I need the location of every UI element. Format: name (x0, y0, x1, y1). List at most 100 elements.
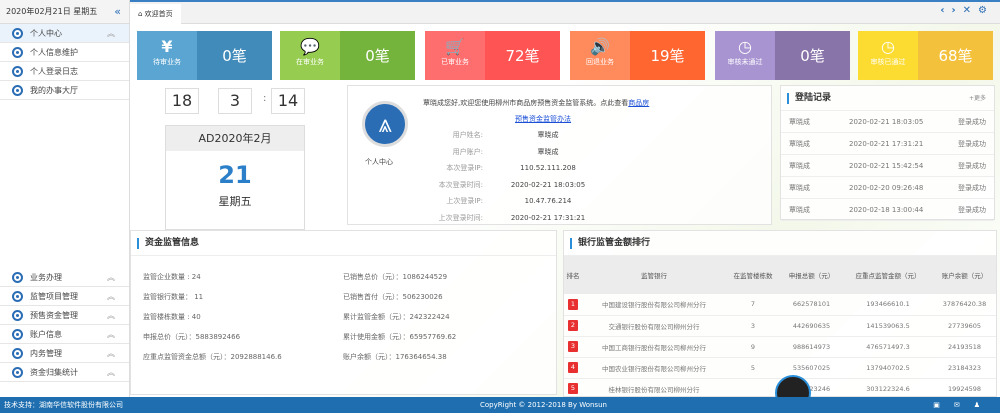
chevron-up-icon[interactable]: ︽ (107, 344, 115, 363)
regulation-link[interactable]: 商品房 (628, 99, 649, 107)
table-cell: 中国工商银行股份有限公司柳州分行 (582, 336, 726, 358)
chevron-up-icon[interactable]: ︽ (107, 268, 115, 287)
tab-controls[interactable]: ‹›✕⚙ (940, 5, 994, 16)
sidebar-item-label: 个人中心 (30, 29, 62, 38)
record-cell: 登录成功 (958, 162, 986, 170)
mail-icon[interactable]: ✉ (954, 401, 974, 409)
user-icon[interactable]: ♟ (974, 401, 994, 409)
card-value: 68笔 (918, 31, 993, 80)
tab-home[interactable]: ⌂ 欢迎首页 (130, 4, 181, 24)
cell-text: 7 (750, 300, 756, 309)
calendar-day: 21 (218, 161, 252, 189)
sidebar-item[interactable]: 个人登录日志 (0, 62, 129, 81)
stat-card[interactable]: ¥ 待审业务 0笔 (137, 31, 272, 80)
profile-field: 本次登录IP: 110.52.111.208 (408, 163, 708, 173)
sidebar-item-label: 预售资金管理 (30, 311, 78, 320)
sidebar-item[interactable]: 预售资金管理 ︽ (0, 306, 129, 325)
card-label: 回退业务 (586, 58, 614, 66)
table-row: 4 中国农业银行股份有限公司柳州分行 5 535607025 137940702.5 23… (564, 357, 996, 379)
sidebar-item[interactable]: 个人信息维护 (0, 43, 129, 62)
cell-text: 988614973 (792, 342, 831, 351)
card-left: ¥ 待审业务 (137, 31, 197, 80)
table-cell: 988614973 (780, 336, 843, 358)
more-link[interactable]: +更多 (969, 86, 986, 111)
stat-card[interactable]: 💬 在审业务 0笔 (280, 31, 415, 80)
sidebar-item[interactable]: 业务办理 ︽ (0, 268, 129, 287)
chevron-up-icon[interactable]: ︽ (107, 363, 115, 382)
fund-stat: 应重点监管资金总额（元）：2092888146.6 (143, 353, 282, 361)
cell-text: 9 (750, 342, 756, 351)
sidebar-item[interactable]: 我的办事大厅 (0, 81, 129, 100)
card-value: 0笔 (340, 31, 415, 80)
field-value: 10.47.76.214 (524, 197, 572, 205)
rank-badge: 3 (568, 341, 578, 352)
copyright: CopyRight © 2012-2018 By Wonsun (480, 401, 607, 409)
logo-icon: ⩓ (362, 101, 408, 147)
sidebar-item[interactable]: 监管项目管理 ︽ (0, 287, 129, 306)
card-icon: 🔊 (590, 37, 610, 56)
table-cell: 23184323 (933, 357, 996, 379)
table-cell: 3 (564, 336, 582, 358)
record-cell: 2020-02-21 17:31:21 (849, 140, 924, 148)
field-label: 上次登录时间: (438, 213, 483, 222)
collapse-sidebar-button[interactable]: « (114, 0, 121, 24)
login-records-panel: 登陆记录 +更多 覃晓成 2020-02-21 18:03:05 登录成功 覃晓成 202… (780, 85, 995, 221)
field-label: 上次登录IP: (446, 197, 483, 205)
cell-text: 19924598 (947, 384, 982, 393)
fund-stat: 监管楼栋数量 : 40 (143, 313, 201, 321)
table-cell: 7 (726, 294, 780, 316)
cell-text: 中国工商银行股份有限公司柳州分行 (602, 343, 706, 352)
profile-panel: ⩓ 个人中心 覃晓成您好,欢迎您使用柳州市商品房预售资金监管系统。点此查看商品房… (347, 85, 772, 225)
field-value: 2020-02-21 18:03:05 (510, 180, 586, 189)
fund-stat: 已销售首付（元）：506230026 (343, 293, 443, 301)
field-value: 2020-02-21 17:31:21 (510, 213, 586, 222)
stat-card[interactable]: ◷ 审核已通过 68笔 (858, 31, 993, 80)
chevron-up-icon[interactable]: ︽ (107, 287, 115, 306)
fund-stat: 账户余额（元）：176364654.38 (343, 353, 447, 361)
cell-text: 193466610.1 (866, 300, 910, 309)
record-cell: 登录成功 (958, 206, 986, 214)
card-value: 0笔 (775, 31, 850, 80)
cell-text: 23184323 (947, 363, 982, 372)
card-icon: ◷ (738, 37, 752, 56)
menu-icon (12, 291, 23, 302)
tech-support: 技术支持：湖南华信软件股份有限公司 (4, 401, 123, 409)
chevron-up-icon[interactable]: ︽ (107, 306, 115, 325)
chevron-up-icon[interactable]: ︽ (107, 325, 115, 344)
sidebar-item-label: 内务管理 (30, 349, 62, 358)
sidebar-item[interactable]: 个人中心 ︽ (0, 24, 129, 43)
cell-text: 中国农业银行股份有限公司柳州分行 (602, 364, 706, 373)
fund-info-panel: 资金监管信息 监管企业数量 : 24 已销售总价（元）：1086244529 监管银… (130, 230, 557, 395)
rank-badge: 4 (568, 362, 578, 373)
profile-field: 用户账户: 覃晓成 (408, 147, 708, 157)
record-cell: 2020-02-21 15:42:54 (849, 162, 924, 170)
table-cell: 2 (564, 315, 582, 337)
sidebar-item[interactable]: 账户信息 ︽ (0, 325, 129, 344)
sidebar-item[interactable]: 资金归集统计 ︽ (0, 363, 129, 382)
stat-card[interactable]: 🛒 已审业务 72笔 (425, 31, 560, 80)
menu-icon (12, 348, 23, 359)
cell-text: 27739605 (947, 321, 982, 330)
chevron-up-icon[interactable]: ︽ (107, 24, 115, 43)
sidebar-item[interactable]: 内务管理 ︽ (0, 344, 129, 363)
fund-stat: 累计使用金额（元）：65957769.62 (343, 333, 457, 341)
regulation-link-2[interactable]: 预售资金监管办法 (515, 114, 571, 124)
rank-badge: 5 (568, 383, 578, 394)
footer: 技术支持：湖南华信软件股份有限公司 CopyRight © 2012-2018 … (0, 397, 1000, 413)
stat-card[interactable]: ◷ 审核未通过 0笔 (715, 31, 850, 80)
card-icon: ◷ (881, 37, 895, 56)
cell-text: 37876420.38 (942, 300, 987, 309)
card-left: ◷ 审核已通过 (858, 31, 918, 80)
table-cell: 9 (726, 336, 780, 358)
panel-title: 登陆记录 (795, 93, 832, 103)
calendar-icon[interactable]: ▣ (933, 401, 954, 409)
field-label: 用户账户: (452, 147, 483, 156)
stat-card[interactable]: 🔊 回退业务 19笔 (570, 31, 705, 80)
rank-badge: 2 (568, 320, 578, 331)
cell-text: 5 (750, 363, 756, 372)
fund-stat: 已销售总价（元）：1086244529 (343, 273, 448, 281)
record-cell: 登录成功 (958, 140, 986, 148)
menu-icon (12, 28, 23, 39)
record-cell: 覃晓成 (789, 140, 810, 148)
table-cell: 27739605 (933, 315, 996, 337)
